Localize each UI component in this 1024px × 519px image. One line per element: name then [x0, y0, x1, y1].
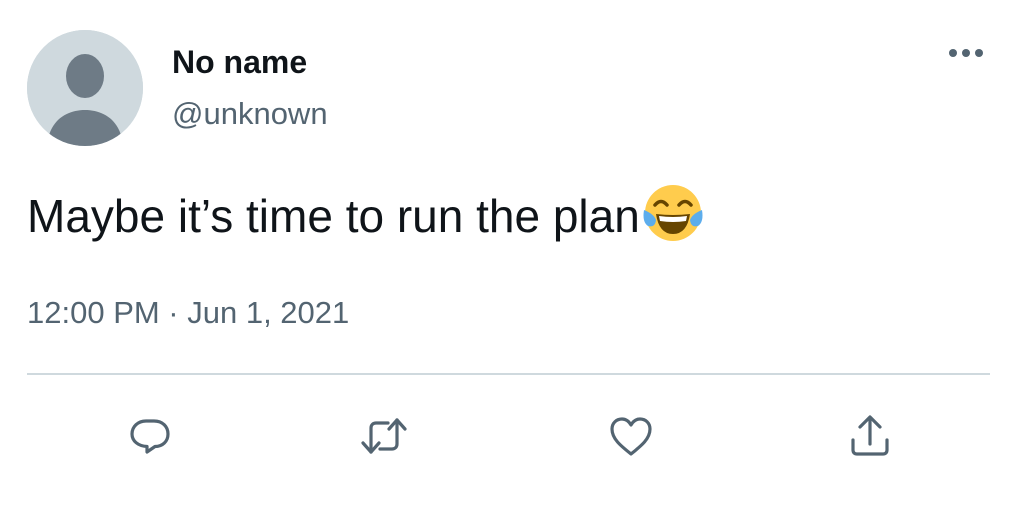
tweet-text: Maybe it’s time to run the plan	[27, 190, 640, 242]
more-options-button[interactable]	[941, 38, 991, 68]
face-with-tears-of-joy-emoji	[643, 185, 703, 241]
share-button[interactable]	[842, 408, 898, 464]
default-avatar-icon	[27, 30, 143, 146]
share-icon	[851, 415, 889, 456]
more-dots-icon	[949, 49, 983, 57]
retweet-icon	[361, 418, 407, 454]
author-display-name[interactable]: No name	[172, 42, 307, 82]
divider	[27, 373, 990, 375]
reply-button[interactable]	[122, 408, 178, 464]
tweet-timestamp[interactable]: 12:00 PM · Jun 1, 2021	[27, 294, 349, 332]
heart-icon	[610, 417, 652, 456]
tweet-card: No name @unknown Maybe it’s time to run …	[0, 0, 1024, 519]
retweet-button[interactable]	[356, 408, 412, 464]
like-button[interactable]	[603, 408, 659, 464]
avatar[interactable]	[27, 30, 143, 146]
reply-icon	[130, 419, 170, 454]
author-handle[interactable]: @unknown	[172, 95, 328, 133]
tweet-body: Maybe it’s time to run the plan	[27, 185, 706, 246]
